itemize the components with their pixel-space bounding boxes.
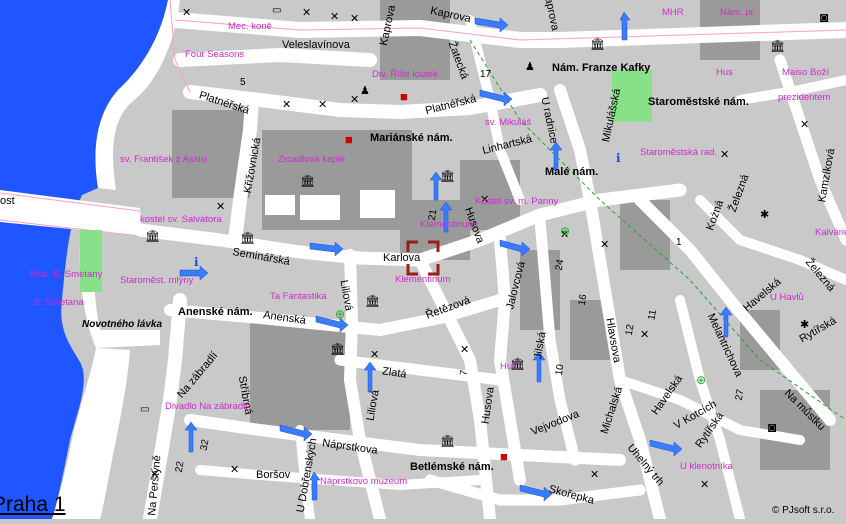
info-icon[interactable]: ℹ [616, 152, 621, 164]
info-icon[interactable]: ℹ [194, 256, 199, 268]
poi-label[interactable]: prezidentem [778, 93, 830, 103]
poi-label[interactable]: Staroměst. mlýny [120, 276, 193, 286]
restaurant-icon[interactable]: ✕ [460, 345, 469, 356]
poi-label[interactable]: Kalvárie [815, 228, 846, 238]
poi-label[interactable]: Hus. [500, 362, 520, 372]
museum-icon[interactable]: 🏛 [440, 170, 455, 182]
restaurant-icon[interactable]: ✕ [330, 12, 339, 23]
house-number: 27 [733, 388, 747, 402]
square-label-franze-kafky: Nám. Franze Kafky [552, 62, 651, 74]
house-number: 17 [480, 69, 492, 80]
poi-label[interactable]: Muz. B. Smetany [30, 270, 102, 280]
theatre-icon[interactable]: ■ [500, 450, 508, 463]
street-label-borsov: Boršov [256, 469, 291, 481]
poi-label[interactable]: Klementinum [395, 275, 450, 285]
museum-icon[interactable]: 🏛 [240, 232, 255, 244]
district-label: Praha 1 [0, 493, 66, 516]
restaurant-icon[interactable]: ✕ [720, 150, 729, 161]
theatre-icon[interactable]: ■ [345, 133, 353, 146]
house-number: 5 [240, 77, 246, 88]
restaurant-icon[interactable]: ✕ [590, 470, 599, 481]
museum-icon[interactable]: 🏛 [145, 230, 160, 242]
poi-label[interactable]: Ta Fantastika [270, 292, 327, 302]
restaurant-icon[interactable]: ✕ [302, 8, 311, 19]
house-number: 16 [576, 293, 590, 307]
museum-icon[interactable]: 🏛 [330, 343, 345, 355]
house-number: 12 [623, 323, 637, 337]
poi-label[interactable]: Four Seasons [185, 50, 244, 60]
house-number: 32 [198, 438, 212, 452]
statue-icon[interactable]: ✱ [760, 210, 769, 221]
square-label-staromestske: Staroměstské nám. [648, 96, 749, 108]
poi-label[interactable]: MHR [662, 8, 684, 18]
museum-icon[interactable]: 🏛 [770, 40, 785, 52]
restaurant-icon[interactable]: ✕ [182, 8, 191, 19]
poi-label[interactable]: Hus [716, 68, 733, 78]
square-label-male: Malé nám. [545, 166, 599, 178]
theatre-icon[interactable]: ■ [400, 90, 408, 103]
poi-label[interactable]: Staroměstská rad. [640, 148, 717, 158]
statue-icon[interactable]: ♟ [360, 86, 370, 97]
poi-label[interactable]: kostel sv. Salvátora [140, 215, 222, 225]
poi-label[interactable]: Kostel sv. m. Panny [475, 197, 558, 207]
square-label-marianske: Mariánské nám. [370, 132, 453, 144]
bridge-text: ost [0, 195, 15, 207]
restaurant-icon[interactable]: ✕ [350, 14, 359, 25]
statue-icon[interactable]: ♟ [525, 62, 535, 73]
house-number: 10 [553, 363, 567, 377]
first-aid-icon[interactable]: ⊕ [560, 225, 570, 237]
poi-label[interactable]: B. Smetana [34, 298, 84, 308]
park-kampa [80, 230, 102, 292]
restaurant-icon[interactable]: ✕ [230, 465, 239, 476]
restaurant-icon[interactable]: ✕ [350, 95, 359, 106]
house-number: 22 [173, 460, 187, 474]
museum-icon[interactable]: 🏛 [300, 175, 315, 187]
atm-icon[interactable]: ▭ [140, 405, 149, 415]
restaurant-icon[interactable]: ✕ [700, 480, 709, 491]
square-label-betlemske: Betlémské nám. [410, 461, 494, 473]
museum-icon[interactable]: 🏛 [365, 295, 380, 307]
poi-label[interactable]: Divadlo Na zábradlí [165, 402, 248, 412]
bridge-label-novotneho: Novotného lávka [82, 319, 163, 330]
museum-icon[interactable]: 🏛 [590, 38, 605, 50]
poi-label[interactable]: Nám. pr. [720, 8, 756, 18]
house-number: 11 [646, 308, 660, 321]
restaurant-icon[interactable]: ✕ [640, 330, 649, 341]
museum-icon[interactable]: 🏛 [440, 435, 455, 447]
poi-label[interactable]: Klementinum [420, 220, 475, 230]
poi-label[interactable]: sv. František z Assisi [120, 155, 207, 165]
restaurant-icon[interactable]: ✕ [800, 120, 809, 131]
house-number: 24 [553, 258, 567, 272]
street-label-veleslavinova: Veleslavínova [282, 39, 350, 51]
wc-icon[interactable]: ◙ [820, 10, 828, 24]
atm-icon[interactable]: ▭ [272, 6, 281, 16]
house-number: 21 [426, 208, 440, 222]
restaurant-icon[interactable]: ✕ [282, 100, 291, 111]
wc-icon[interactable]: ◙ [768, 420, 776, 434]
restaurant-icon[interactable]: ✕ [318, 100, 327, 111]
copyright-text: © PJsoft s.r.o. [772, 505, 835, 516]
poi-label[interactable]: Zrcadlová kaple [278, 155, 345, 165]
restaurant-icon[interactable]: ✕ [370, 350, 379, 361]
poi-label[interactable]: Maiso Boží [782, 68, 829, 78]
poi-label[interactable]: Náprstkovo muzeum [320, 477, 407, 487]
map-canvas[interactable]: ✕ ✕ ✕ ✕ ✕ ✕ ✕ ✕ ✕ ✕ ✕ ✕ ✕ ✕ ✕ ✕ ✕ ✕ ✕ ✕ … [0, 0, 846, 524]
restaurant-icon[interactable]: ✕ [216, 202, 225, 213]
poi-label[interactable]: Div. Říše loutek [372, 70, 438, 80]
poi-label[interactable]: Mec. koně [228, 22, 272, 32]
street-label-karlova: Karlova [383, 252, 421, 264]
first-aid-icon[interactable]: ⊕ [696, 374, 706, 386]
house-number: 1 [676, 237, 682, 248]
poi-label[interactable]: U Havlů [770, 293, 804, 303]
square-label-anenske: Anenské nám. [178, 306, 253, 318]
poi-label[interactable]: sv. Mikuláš [485, 118, 531, 128]
restaurant-icon[interactable]: ✕ [600, 240, 609, 251]
poi-label[interactable]: U klenotníka [680, 462, 733, 472]
